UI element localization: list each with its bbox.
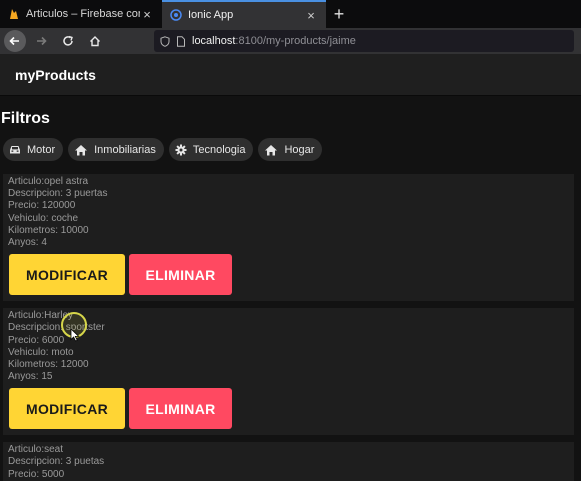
browser-nav-bar: localhost:8100/my-products/jaime xyxy=(0,28,581,54)
cog-icon xyxy=(175,144,187,155)
modify-button[interactable]: MODIFICAR xyxy=(9,388,125,430)
delete-button[interactable]: ELIMINAR xyxy=(129,254,232,296)
app-title: myProducts xyxy=(15,66,96,83)
product-years: Anyos: 15 xyxy=(8,371,53,383)
filter-chip-label: Tecnologia xyxy=(192,143,246,156)
arrow-left-icon xyxy=(9,36,19,46)
product-price: Precio: 5000 xyxy=(8,468,65,480)
delete-button[interactable]: ELIMINAR xyxy=(129,388,232,430)
tab-firebase-console[interactable]: Articulos – Firebase console × xyxy=(0,0,162,28)
reload-button[interactable] xyxy=(56,29,80,53)
mouse-cursor-icon xyxy=(70,328,80,342)
product-article: Articulo:seat xyxy=(8,444,64,456)
product-kilometers: Kilometros: 12000 xyxy=(8,358,89,370)
filter-chip-motor[interactable]: Motor xyxy=(3,138,64,161)
home-icon xyxy=(90,36,100,47)
url-host: localhost xyxy=(192,35,236,47)
tab-title: Ionic App xyxy=(188,9,234,21)
reload-icon xyxy=(63,35,73,46)
app-header: myProducts xyxy=(0,54,581,96)
product-details: Articulo:opel astra Descripcion: 3 puert… xyxy=(3,174,574,249)
product-details: Articulo:Harley Descripcion: sportster P… xyxy=(3,308,574,383)
app-content: myProducts Filtros Motor Inmobiliarias T… xyxy=(0,54,581,481)
page-icon xyxy=(177,35,185,47)
tab-ionic-app[interactable]: Ionic App × xyxy=(162,0,326,28)
filter-chip-inmobiliarias[interactable]: Inmobiliarias xyxy=(68,138,164,161)
new-tab-button[interactable]: + xyxy=(326,0,352,28)
ionic-icon xyxy=(170,9,182,21)
tab-title: Articulos – Firebase console xyxy=(26,8,140,20)
product-article: Articulo:Harley xyxy=(8,310,74,322)
forward-button[interactable] xyxy=(29,29,53,53)
home-icon xyxy=(265,144,278,155)
product-card: Articulo:opel astra Descripcion: 3 puert… xyxy=(3,174,574,302)
product-kilometers: Kilometros: 10000 xyxy=(8,224,89,236)
filter-chip-tecnologia[interactable]: Tecnologia xyxy=(168,138,254,161)
browser-tab-strip: Articulos – Firebase console × Ionic App… xyxy=(0,0,581,28)
filters-title: Filtros xyxy=(1,110,50,127)
product-details: Articulo:seat Descripcion: 3 puetas Prec… xyxy=(3,442,574,481)
product-price: Precio: 6000 xyxy=(8,334,65,346)
shield-icon xyxy=(160,35,170,47)
product-vehicle: Vehiculo: moto xyxy=(8,346,74,358)
product-actions: MODIFICAR ELIMINAR xyxy=(3,383,574,435)
product-years: Anyos: 4 xyxy=(8,236,47,248)
product-card: Articulo:seat Descripcion: 3 puetas Prec… xyxy=(3,442,574,481)
product-price: Precio: 120000 xyxy=(8,200,76,212)
home-icon xyxy=(75,144,88,155)
product-description: Descripcion: 3 puertas xyxy=(8,188,108,200)
firebase-icon xyxy=(8,8,20,20)
filter-chip-hogar[interactable]: Hogar xyxy=(258,138,323,161)
back-button[interactable] xyxy=(4,30,26,52)
filter-chips: Motor Inmobiliarias Tecnologia Hogar xyxy=(3,138,581,162)
product-actions: MODIFICAR ELIMINAR xyxy=(3,249,574,301)
arrow-right-icon xyxy=(37,36,47,46)
product-card: Articulo:Harley Descripcion: sportster P… xyxy=(3,308,574,436)
product-article: Articulo:opel astra xyxy=(8,176,89,187)
home-button[interactable] xyxy=(83,29,107,53)
product-vehicle: Vehiculo: coche xyxy=(8,212,79,224)
filter-chip-label: Motor xyxy=(27,143,56,156)
url-path: :8100/my-products/jaime xyxy=(235,35,356,47)
close-icon[interactable]: × xyxy=(140,7,154,22)
car-icon xyxy=(10,146,20,154)
close-icon[interactable]: × xyxy=(304,8,318,23)
filter-chip-label: Inmobiliarias xyxy=(94,143,156,156)
product-description: Descripcion: sportster xyxy=(8,322,105,334)
filter-chip-label: Hogar xyxy=(284,143,315,156)
address-bar[interactable]: localhost:8100/my-products/jaime xyxy=(154,30,574,52)
modify-button[interactable]: MODIFICAR xyxy=(9,254,125,296)
